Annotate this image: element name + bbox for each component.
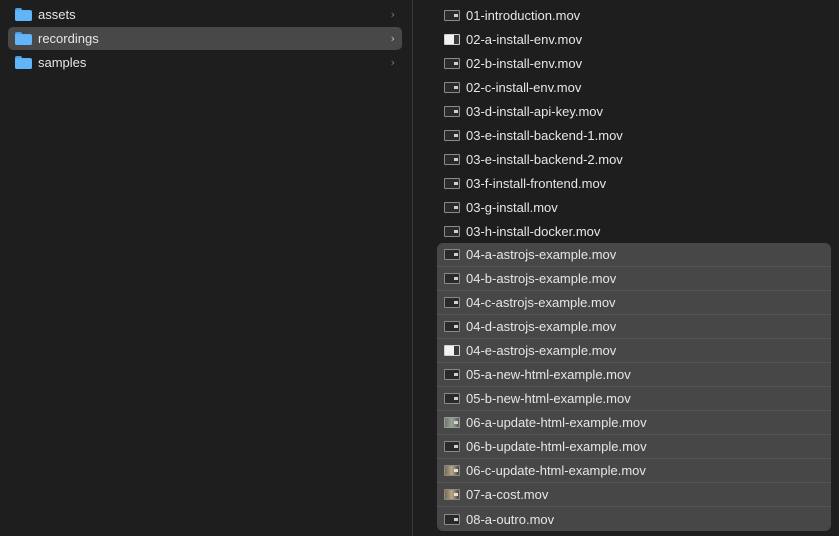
file-row-selected[interactable]: 07-a-cost.mov <box>437 483 831 507</box>
file-row-selected[interactable]: 04-e-astrojs-example.mov <box>437 339 831 363</box>
video-thumbnail-icon <box>444 9 460 21</box>
video-thumbnail-icon <box>444 225 460 237</box>
file-row-selected[interactable]: 04-b-astrojs-example.mov <box>437 267 831 291</box>
video-thumbnail-icon <box>444 369 460 380</box>
file-row-selected[interactable]: 08-a-outro.mov <box>437 507 831 531</box>
file-row[interactable]: 01-introduction.mov <box>437 3 831 27</box>
file-row[interactable]: 03-g-install.mov <box>437 195 831 219</box>
file-row[interactable]: 02-c-install-env.mov <box>437 75 831 99</box>
file-row-selected[interactable]: 05-b-new-html-example.mov <box>437 387 831 411</box>
video-thumbnail-icon <box>444 393 460 404</box>
file-label: 03-f-install-frontend.mov <box>466 175 607 191</box>
file-label: 01-introduction.mov <box>466 7 581 23</box>
file-label: 03-g-install.mov <box>466 199 558 215</box>
file-row-selected[interactable]: 06-a-update-html-example.mov <box>437 411 831 435</box>
file-row-selected[interactable]: 04-c-astrojs-example.mov <box>437 291 831 315</box>
file-label: 03-h-install-docker.mov <box>466 223 601 239</box>
folder-row-samples[interactable]: samples › <box>8 51 402 74</box>
video-thumbnail-icon <box>444 177 460 189</box>
video-thumbnail-icon <box>444 321 460 332</box>
file-row[interactable]: 03-d-install-api-key.mov <box>437 99 831 123</box>
file-label: 03-d-install-api-key.mov <box>466 103 604 119</box>
video-thumbnail-icon <box>444 57 460 69</box>
file-row-selected[interactable]: 06-b-update-html-example.mov <box>437 435 831 459</box>
video-thumbnail-icon <box>444 441 460 452</box>
file-label: 07-a-cost.mov <box>466 487 549 502</box>
file-row[interactable]: 03-h-install-docker.mov <box>437 219 831 243</box>
video-thumbnail-icon <box>444 33 460 45</box>
video-thumbnail-icon <box>444 513 460 525</box>
video-thumbnail-icon <box>444 129 460 141</box>
file-label: 04-c-astrojs-example.mov <box>466 295 616 310</box>
finder-column-browser: assets › recordings › samples › 01-intro… <box>0 0 839 536</box>
file-row[interactable]: 03-e-install-backend-2.mov <box>437 147 831 171</box>
file-row[interactable]: 02-b-install-env.mov <box>437 51 831 75</box>
file-row[interactable]: 03-f-install-frontend.mov <box>437 171 831 195</box>
file-label: 06-a-update-html-example.mov <box>466 415 647 430</box>
file-label: 05-a-new-html-example.mov <box>466 367 631 382</box>
folder-label: samples <box>38 55 87 70</box>
file-label: 04-b-astrojs-example.mov <box>466 271 617 286</box>
chevron-right-icon: › <box>390 32 395 45</box>
file-label: 02-b-install-env.mov <box>466 55 583 71</box>
video-thumbnail-icon <box>444 201 460 213</box>
file-row[interactable]: 02-a-install-env.mov <box>437 27 831 51</box>
video-thumbnail-icon <box>444 297 460 308</box>
file-row-selected[interactable]: 05-a-new-html-example.mov <box>437 363 831 387</box>
video-thumbnail-icon <box>444 81 460 93</box>
file-label: 04-d-astrojs-example.mov <box>466 319 617 334</box>
folder-icon <box>15 56 32 69</box>
video-thumbnail-icon <box>444 417 460 428</box>
folder-row-recordings[interactable]: recordings › <box>8 27 402 50</box>
video-thumbnail-icon <box>444 465 460 476</box>
file-label: 03-e-install-backend-1.mov <box>466 127 623 143</box>
folder-label: recordings <box>38 31 99 46</box>
file-label: 04-a-astrojs-example.mov <box>466 247 617 262</box>
folder-label: assets <box>38 7 76 22</box>
video-thumbnail-icon <box>444 489 460 500</box>
video-thumbnail-icon <box>444 153 460 165</box>
file-label: 02-a-install-env.mov <box>466 31 583 47</box>
video-thumbnail-icon <box>444 345 460 356</box>
video-thumbnail-icon <box>444 273 460 284</box>
file-row-selected[interactable]: 04-a-astrojs-example.mov <box>437 243 831 267</box>
column-gap <box>413 0 427 536</box>
chevron-right-icon: › <box>390 56 395 69</box>
file-row-selected[interactable]: 06-c-update-html-example.mov <box>437 459 831 483</box>
folder-icon <box>15 32 32 45</box>
file-label: 05-b-new-html-example.mov <box>466 391 631 406</box>
video-thumbnail-icon <box>444 105 460 117</box>
folder-row-assets[interactable]: assets › <box>8 3 402 26</box>
file-label: 08-a-outro.mov <box>466 511 555 527</box>
file-label: 02-c-install-env.mov <box>466 79 582 95</box>
file-label: 06-c-update-html-example.mov <box>466 463 646 478</box>
file-row-selected[interactable]: 04-d-astrojs-example.mov <box>437 315 831 339</box>
folder-icon <box>15 8 32 21</box>
chevron-right-icon: › <box>390 8 395 21</box>
file-label: 04-e-astrojs-example.mov <box>466 343 617 358</box>
file-label: 03-e-install-backend-2.mov <box>466 151 623 167</box>
video-thumbnail-icon <box>444 249 460 260</box>
file-row[interactable]: 03-e-install-backend-1.mov <box>437 123 831 147</box>
file-label: 06-b-update-html-example.mov <box>466 439 647 454</box>
folder-column: assets › recordings › samples › <box>0 0 412 536</box>
